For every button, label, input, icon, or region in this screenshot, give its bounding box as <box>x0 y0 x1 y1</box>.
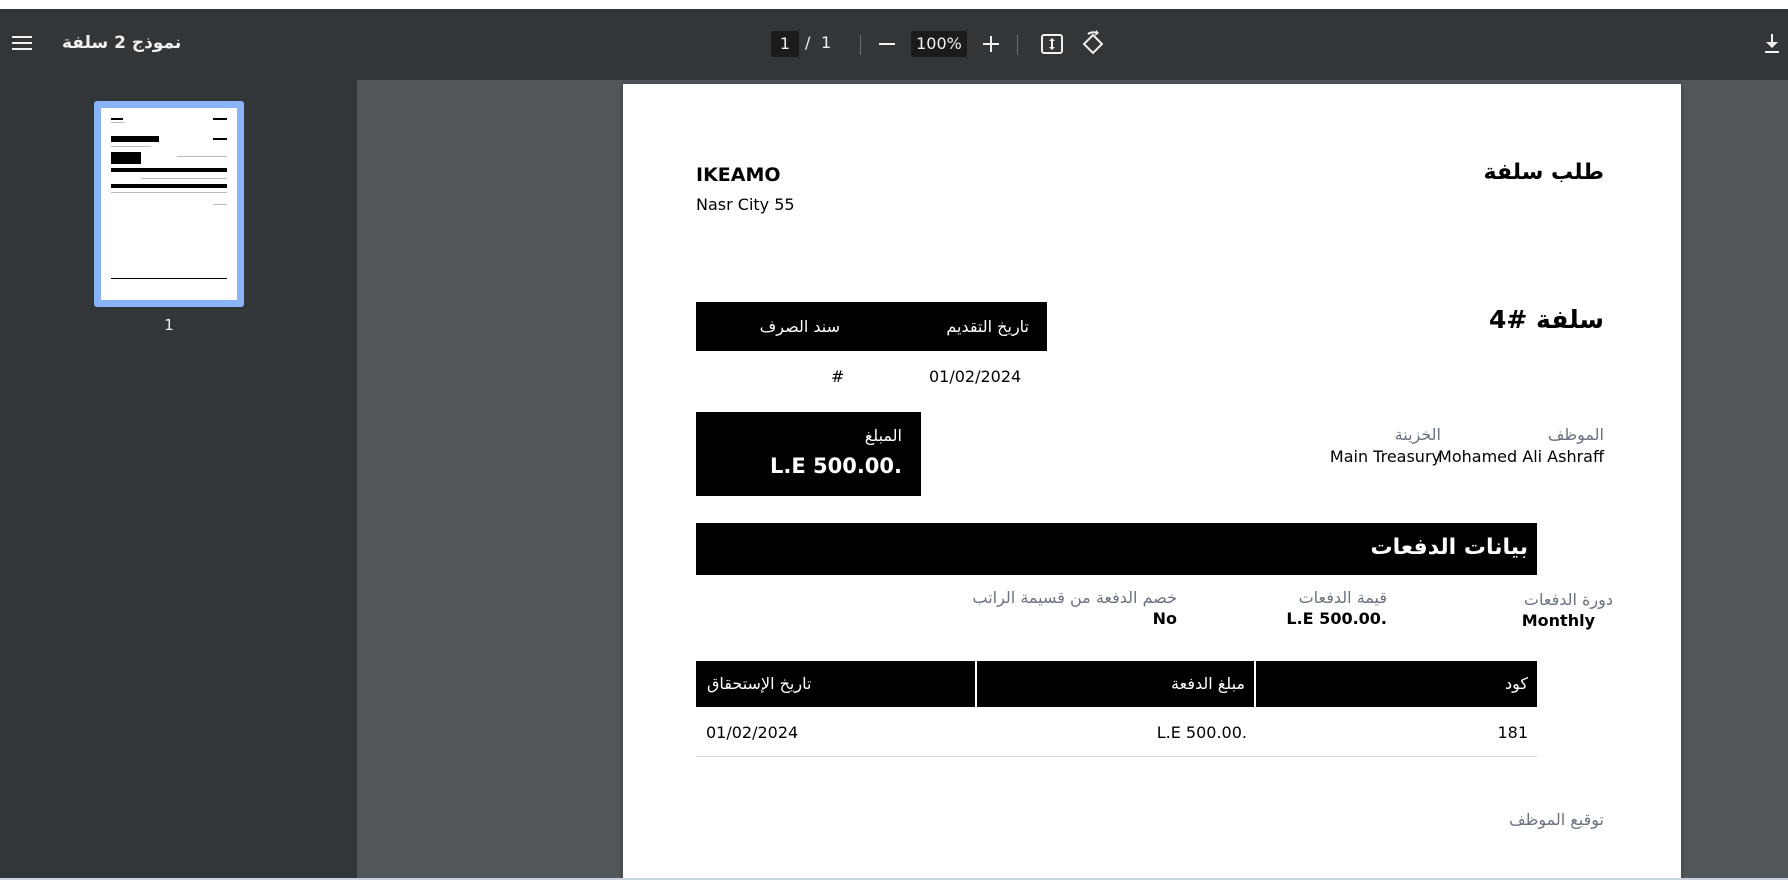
payment-value: L.E 500.00. <box>1286 609 1387 628</box>
header-cell-due-date: تاريخ الإستحقاق <box>696 661 975 707</box>
download-icon[interactable] <box>1760 31 1784 57</box>
header-separator <box>1254 661 1256 707</box>
salary-deduction-value: No <box>1152 609 1177 628</box>
pdf-toolbar: نموذج 2 سلفة 1 / 1 100% <box>0 9 1788 80</box>
page-thumbnail[interactable] <box>94 101 244 307</box>
company-name: IKEAMO <box>696 164 781 186</box>
loan-number: سلفة #4 <box>1488 305 1604 334</box>
voucher-value: # <box>831 367 845 386</box>
menu-icon[interactable] <box>10 32 34 56</box>
document-heading: طلب سلفة <box>1483 160 1604 185</box>
amount-value: L.E 500.00. <box>769 454 902 478</box>
thumbnail-preview <box>101 108 237 300</box>
window-top-edge <box>0 0 1788 9</box>
thumbnail-sidebar: 1 <box>0 80 357 880</box>
header-cell-amount: مبلغ الدفعة <box>977 661 1254 707</box>
page-total: 1 <box>821 33 832 52</box>
zoom-level-input[interactable]: 100% <box>911 31 967 57</box>
header-code: كود <box>1504 674 1528 693</box>
payment-cycle-label: دورة الدفعات <box>1523 590 1613 609</box>
zoom-in-icon[interactable] <box>979 31 1003 57</box>
page-separator: / <box>805 33 811 52</box>
payments-section-title: بيانات الدفعات <box>1370 535 1529 560</box>
employee-value: Mohamed Ali Ashraff <box>1438 447 1604 466</box>
row-amount: L.E 500.00. <box>1156 723 1247 742</box>
zoom-out-icon[interactable] <box>875 31 899 57</box>
treasury-label: الخزينة <box>1394 425 1441 444</box>
fit-page-icon[interactable] <box>1039 31 1065 57</box>
table-row: 181 L.E 500.00. 01/02/2024 <box>696 707 1537 757</box>
row-code: 181 <box>1497 723 1528 742</box>
submission-date-value: 01/02/2024 <box>929 367 1022 386</box>
employee-label: الموظف <box>1547 425 1604 444</box>
installments-table-header: كود مبلغ الدفعة تاريخ الإستحقاق <box>696 661 1537 707</box>
rotate-icon[interactable] <box>1079 30 1107 58</box>
page-number-input[interactable]: 1 <box>771 31 799 57</box>
amount-box: المبلغ L.E 500.00. <box>696 412 921 496</box>
submission-date-header: تاريخ التقديم <box>946 317 1029 336</box>
thumbnail-page-number: 1 <box>164 316 174 334</box>
treasury-value: Main Treasury <box>1329 447 1441 466</box>
voucher-header: سند الصرف <box>759 317 840 336</box>
header-due-date: تاريخ الإستحقاق <box>707 674 812 693</box>
company-address: Nasr City 55 <box>696 195 795 214</box>
employee-signature-label: توقيع الموظف <box>1509 810 1604 829</box>
header-cell-code: كود <box>1256 661 1537 707</box>
salary-deduction-label: خصم الدفعة من قسيمة الراتب <box>972 588 1177 607</box>
payment-cycle-value: Monthly <box>1521 611 1595 630</box>
toolbar-divider <box>860 35 861 55</box>
submission-header-bar: تاريخ التقديم سند الصرف <box>696 302 1047 351</box>
document-title: نموذج 2 سلفة <box>62 33 182 53</box>
pdf-page: IKEAMO Nasr City 55 طلب سلفة سلفة #4 تار… <box>623 84 1681 880</box>
toolbar-divider <box>1017 35 1018 55</box>
header-separator <box>975 661 977 707</box>
document-viewer: IKEAMO Nasr City 55 طلب سلفة سلفة #4 تار… <box>357 80 1788 880</box>
header-amount: مبلغ الدفعة <box>1171 674 1245 693</box>
payment-value-label: قيمة الدفعات <box>1298 588 1387 607</box>
amount-label: المبلغ <box>864 426 902 445</box>
payments-section-bar: بيانات الدفعات <box>696 523 1537 575</box>
row-due-date: 01/02/2024 <box>706 723 799 742</box>
